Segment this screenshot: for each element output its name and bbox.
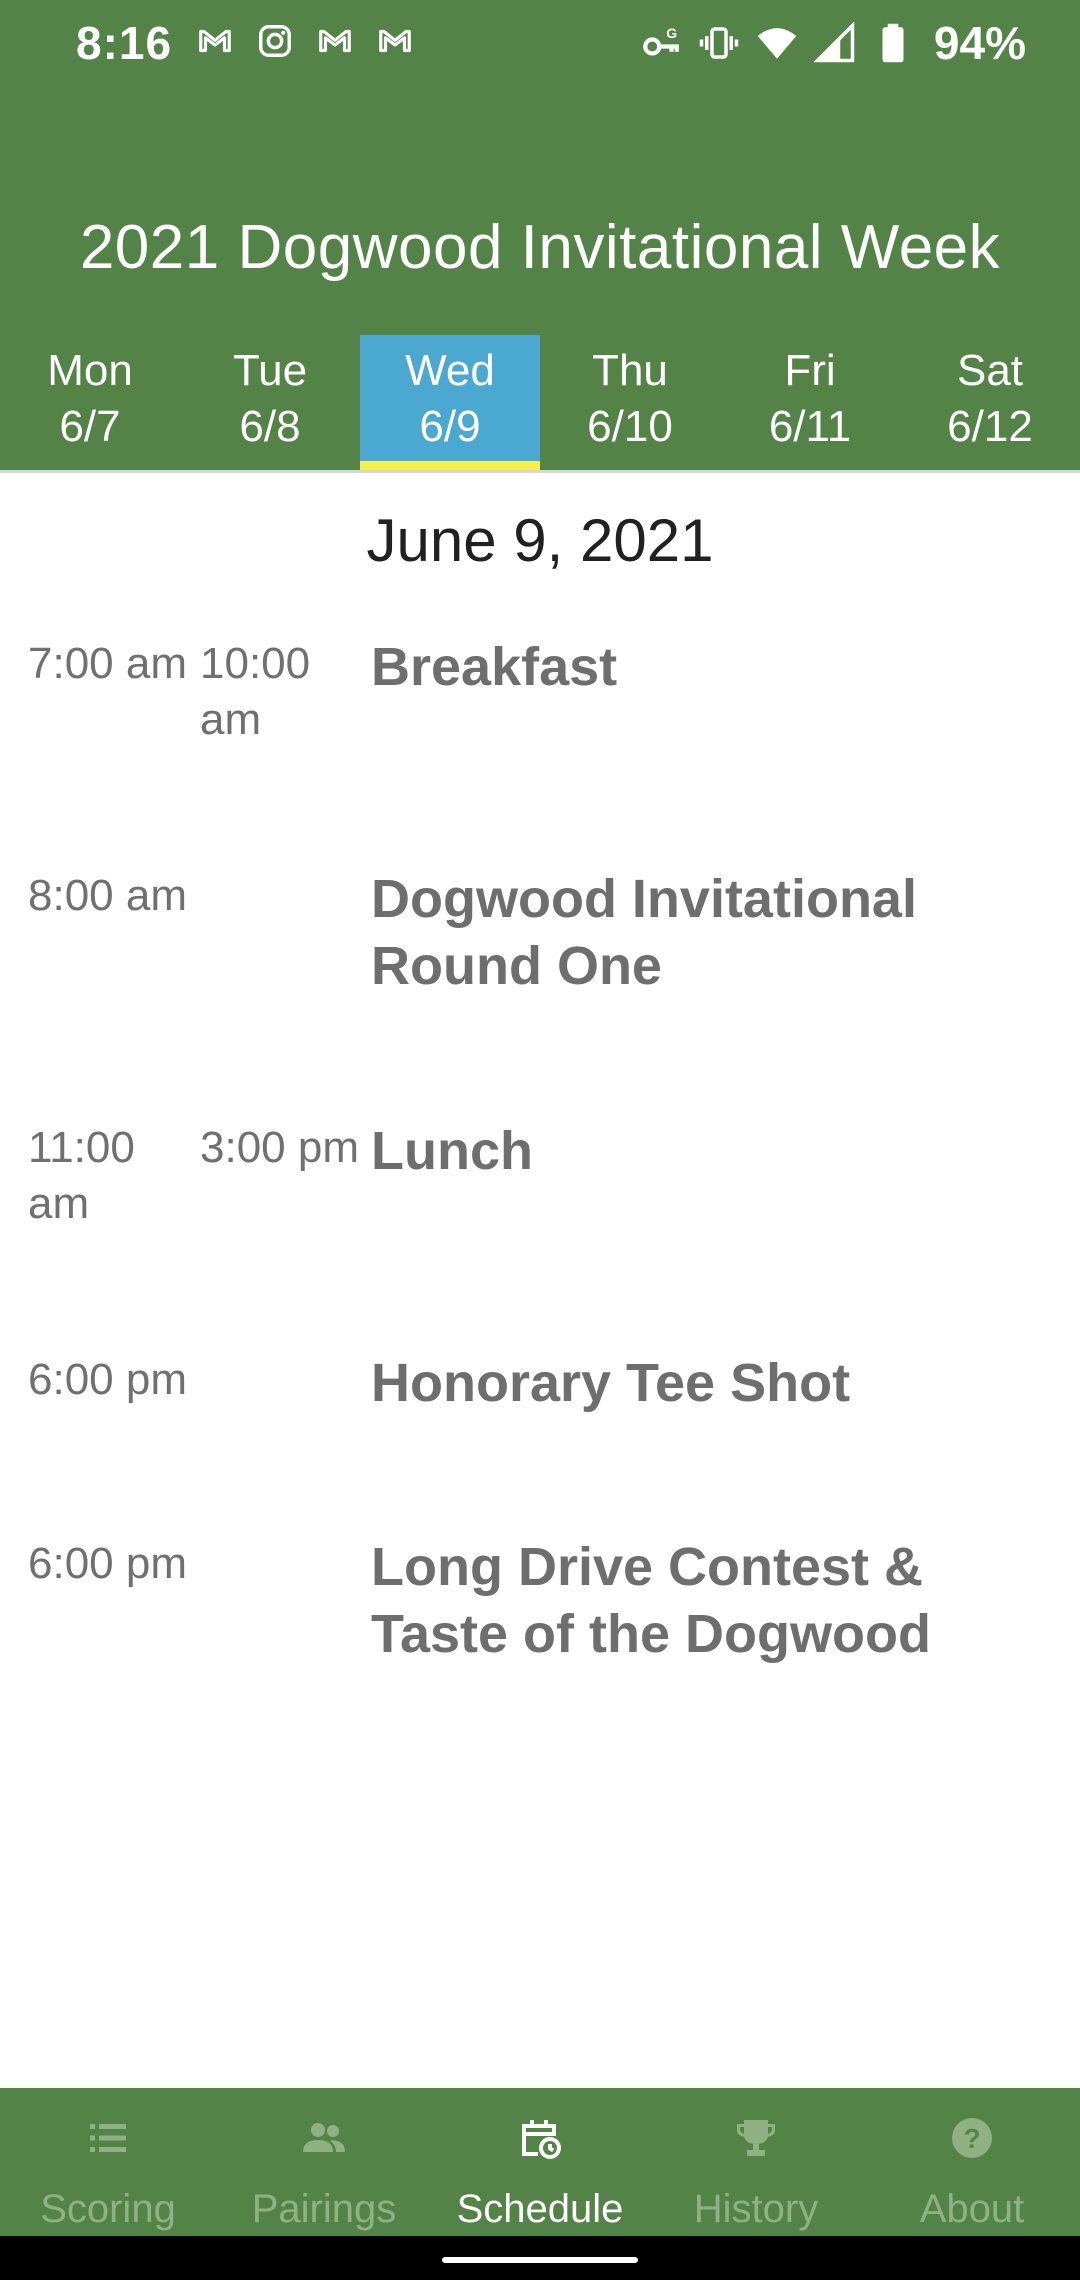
event-start-time: 6:00 pm [28,1355,187,1404]
tab-date-label: 6/12 [947,402,1033,451]
tab-date-label: 6/11 [768,402,852,451]
instagram-icon [256,22,294,60]
header-divider [0,470,1080,473]
event-title: Honorary Tee Shot [371,1353,851,1413]
system-status-icons: G 94% [640,16,1026,70]
tab-date-label: 6/9 [419,402,481,451]
nav-label: History [693,2187,819,2231]
event-end-time: 10:00 am [200,639,311,744]
tab-fri[interactable]: Fri 6/11 [720,335,900,470]
event-start-time: 8:00 am [28,871,187,920]
tab-day-label: Sat [956,346,1024,395]
app-header: 2021 Dogwood Invitational Week Mon 6/7 T… [0,92,1080,470]
nav-pairings[interactable]: Pairings [216,2088,432,2236]
event-title: Dogwood Invitational Round One [371,869,917,996]
event-start-time: 7:00 am [28,639,187,688]
list-icon [90,2124,126,2152]
gmail-icon [196,22,234,60]
help-icon: ? [952,2118,992,2158]
vibrate-icon [699,27,739,59]
tab-tue[interactable]: Tue 6/8 [180,335,360,470]
day-tabs: Mon 6/7 Tue 6/8 Wed 6/9 Thu 6/10 Fri 6/1… [0,335,1080,470]
trophy-icon [737,2120,775,2156]
nav-history[interactable]: History [648,2088,864,2236]
tab-wed[interactable]: Wed 6/9 [360,335,540,470]
event-start-time: 6:00 pm [28,1539,187,1588]
cell-signal-icon [813,22,855,63]
nav-label: Schedule [456,2187,624,2231]
vpn-key-icon: G [643,25,679,56]
calendar-clock-icon [522,2120,561,2159]
bottom-navigation: Scoring Pairings Schedule History ? Abou… [0,2088,1080,2236]
nav-label: Pairings [251,2187,397,2231]
tab-mon[interactable]: Mon 6/7 [0,335,180,470]
tab-date-label: 6/10 [587,402,673,451]
event-title: Breakfast [371,637,618,697]
battery-icon [882,23,904,63]
notification-icons [196,22,414,60]
tab-day-label: Tue [232,346,308,395]
event-title: Long Drive Contest & Taste of the Dogwoo… [371,1537,931,1664]
nav-scoring[interactable]: Scoring [0,2088,216,2236]
tab-date-label: 6/7 [59,402,121,451]
tab-sat[interactable]: Sat 6/12 [900,335,1080,470]
tab-date-label: 6/8 [239,402,301,451]
event-start-time: 11:00 am [28,1123,135,1228]
tab-day-label: Wed [405,346,495,395]
nav-label: About [919,2187,1025,2231]
svg-text:?: ? [963,2123,980,2154]
gesture-handle[interactable] [442,2257,638,2263]
event-title: Lunch [371,1121,533,1181]
battery-percent: 94% [933,17,1026,69]
page-title: 2021 Dogwood Invitational Week [79,213,1001,282]
wifi-icon [757,28,797,59]
people-icon [303,2123,345,2152]
nav-about[interactable]: ? About [864,2088,1080,2236]
gmail-icon [316,22,354,60]
tab-day-label: Mon [47,346,133,395]
nav-schedule[interactable]: Schedule [432,2088,648,2236]
gmail-icon [376,22,414,60]
nav-label: Scoring [40,2187,176,2231]
tab-thu[interactable]: Thu 6/10 [540,335,720,470]
tab-day-label: Fri [784,346,836,395]
event-end-time: 3:00 pm [200,1123,359,1172]
tab-day-label: Thu [592,346,668,395]
status-time: 8:16 [76,17,173,69]
status-bar: 8:16 G 94% [0,0,1080,92]
date-heading: June 9, 2021 [366,507,714,574]
svg-text:G: G [666,25,677,41]
